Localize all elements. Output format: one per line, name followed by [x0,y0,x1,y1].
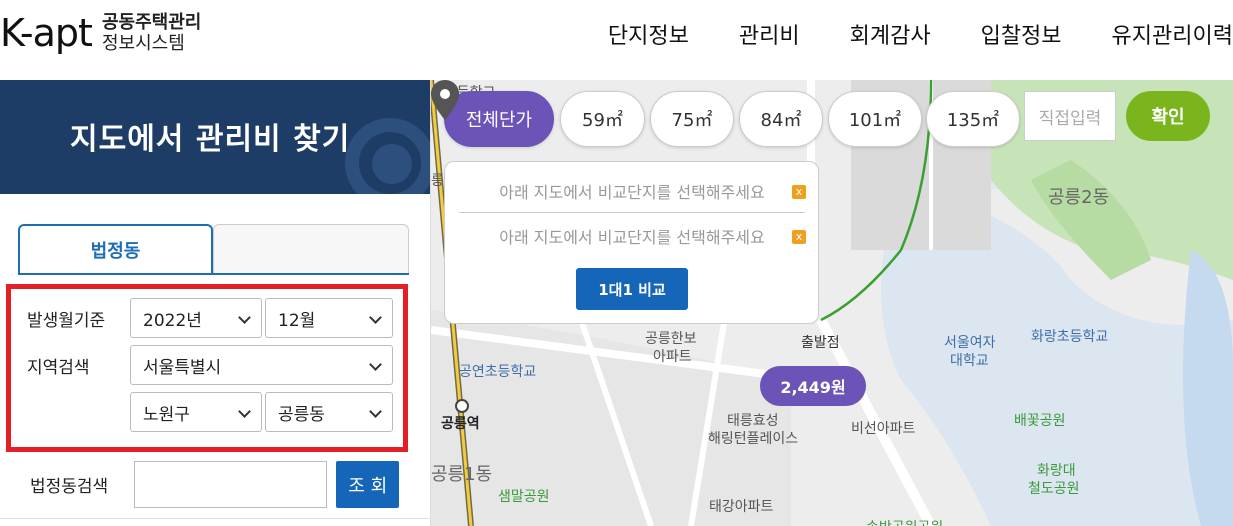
map-label-taereung1: 태릉효성 [727,413,779,429]
map-label-seoul-womens2: 대학교 [950,353,989,369]
logo-subtitle: 공동주택관리 정보시스템 [102,12,201,54]
area-pill-84[interactable]: 84㎡ [739,91,823,147]
header: K-apt 공동주택관리 정보시스템 단지정보 관리비 회계감사 입찰정보 유지… [0,0,1233,80]
map-label-hanbo1: 공릉한보 [645,331,697,347]
nav-bidding[interactable]: 입찰정보 [981,18,1062,50]
close-icon[interactable]: x [792,230,806,244]
confirm-button[interactable]: 확인 [1126,91,1210,141]
compare-button[interactable]: 1대1 비교 [576,268,688,310]
legal-search-label: 법정동검색 [30,477,109,497]
map-label-gongyeon-elem: 공연초등학교 [459,364,537,380]
tab-secondary[interactable] [213,224,409,274]
compare-slot-1[interactable]: 아래 지도에서 비교단지를 선택해주세요 x [459,169,806,213]
divider [0,518,431,519]
area-pill-101[interactable]: 101㎡ [828,91,922,147]
map-label-station: 공릉역 [441,416,480,432]
map-label-edge: 릉 [431,173,444,189]
area-pill-135[interactable]: 135㎡ [926,91,1020,147]
search-tabs: 법정동 [18,224,409,274]
close-icon[interactable]: x [792,185,806,199]
district-select[interactable]: 노원구 [130,392,262,432]
logo-sub-line2: 정보시스템 [101,33,185,54]
filter-box: 발생월기준 2022년 12월 지역검색 서울특별시 노원구 공릉동 [6,284,408,452]
nav-audit[interactable]: 회계감사 [850,18,931,50]
map-label-hwarangdae1: 화랑대 [1037,463,1076,479]
legal-search-button[interactable]: 조 회 [336,461,400,508]
month-select[interactable]: 12월 [265,298,393,338]
compare-panel: 아래 지도에서 비교단지를 선택해주세요 x 아래 지도에서 비교단지를 선택해… [444,161,819,324]
map-label-gongneung2: 공릉2동 [1048,187,1110,208]
legal-search-row: 법정동검색 조 회 [30,461,400,508]
map-label-saemmal: 샘말공원 [498,489,550,505]
logo-kapt: K-apt [0,11,93,55]
area-pill-75[interactable]: 75㎡ [650,91,734,147]
compare-slot-2-text: 아래 지도에서 비교단지를 선택해주세요 [499,228,765,247]
logo[interactable]: K-apt 공동주택관리 정보시스템 [0,8,201,58]
nav-management-fee[interactable]: 관리비 [739,18,800,50]
map-label-taereung2: 해링턴플레이스 [708,431,799,447]
map-label-taegang: 태강아파트 [709,499,774,515]
region-label: 지역검색 [27,357,90,378]
map-view[interactable]: 촌초등학교 릉 공릉2동 공릉한보 아파트 출발점 서울여자 대학교 화랑초등학… [431,80,1233,526]
region-row: 지역검색 서울특별시 [27,345,393,385]
dong-select[interactable]: 공릉동 [265,392,393,432]
compare-slot-1-text: 아래 지도에서 비교단지를 선택해주세요 [499,182,765,202]
map-label-hwarang-elem: 화랑초등학교 [1031,329,1109,345]
area-pill-59[interactable]: 59㎡ [560,91,645,147]
map-label-chulbaljeom: 출발점 [801,335,840,351]
nav-maintenance[interactable]: 유지관리이력 [1112,18,1233,50]
location-pin-icon[interactable] [431,80,459,120]
map-label-biseon: 비선아파트 [851,421,916,437]
direct-area-input[interactable]: 직접입력 [1024,91,1116,141]
tab-underline [18,273,409,275]
sidebar: 지도에서 관리비 찾기 법정동 발생월기준 2022년 12월 지역검색 서울특… [0,80,431,526]
price-marker[interactable]: 2,449원 [760,366,866,406]
page-title: 지도에서 관리비 찾기 [70,122,351,157]
map-label-gongneung1: 공릉1동 [431,464,493,485]
map-label-bottom-park: 송박공원공원 [866,517,943,526]
sidebar-title-banner: 지도에서 관리비 찾기 [0,80,430,194]
date-label: 발생월기준 [27,310,106,331]
map-label-baekkot: 배꽃공원 [1014,413,1066,429]
legal-search-input[interactable] [134,461,328,508]
district-row: 노원구 공릉동 [130,392,393,432]
main-nav: 단지정보 관리비 회계감사 입찰정보 유지관리이력 [608,18,1233,50]
nav-complex-info[interactable]: 단지정보 [608,18,689,50]
date-row: 발생월기준 2022년 12월 [27,298,393,338]
city-select[interactable]: 서울특별시 [130,345,393,385]
compare-slot-2[interactable]: 아래 지도에서 비교단지를 선택해주세요 x [459,214,806,258]
logo-sub-line1: 공동주택관리 [101,12,202,33]
decor-dot [372,144,412,184]
map-label-seoul-womens1: 서울여자 [944,335,996,351]
year-select[interactable]: 2022년 [130,298,262,338]
tab-legal-dong[interactable]: 법정동 [18,224,213,274]
area-pill-all[interactable]: 전체단가 [444,91,554,147]
map-label-hanbo2: 아파트 [653,349,692,365]
map-label-hwarangdae2: 철도공원 [1028,481,1080,497]
